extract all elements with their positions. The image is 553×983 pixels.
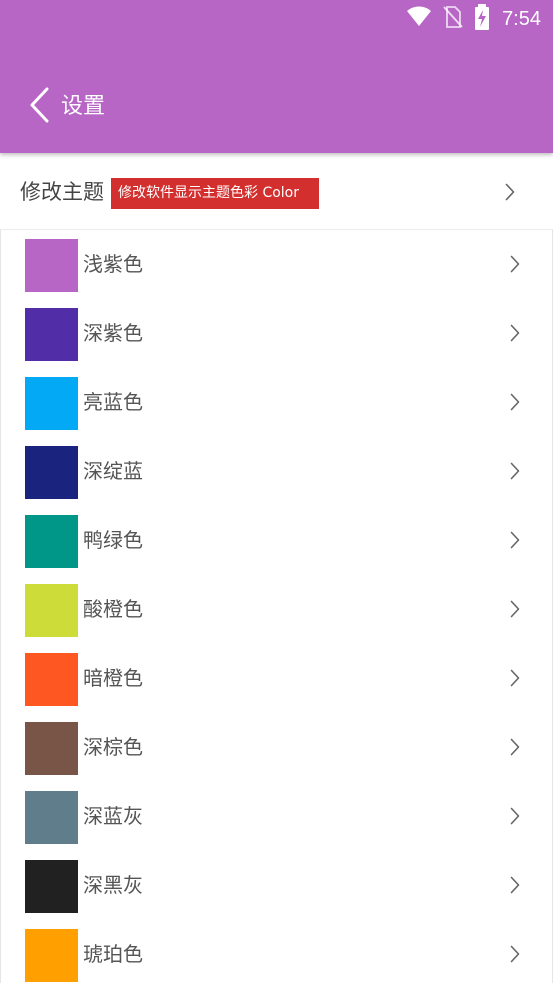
change-theme-row[interactable]: 修改主题 修改软件显示主题色彩 Color <box>0 155 553 229</box>
color-swatch <box>25 584 78 637</box>
chevron-right-icon <box>510 876 520 898</box>
color-name-label: 琥珀色 <box>83 942 143 966</box>
color-option[interactable]: 深紫色 <box>1 299 552 368</box>
chevron-right-icon <box>505 183 515 205</box>
wifi-icon <box>406 6 432 32</box>
color-swatch <box>25 653 78 706</box>
color-option[interactable]: 亮蓝色 <box>1 368 552 437</box>
color-option[interactable]: 浅紫色 <box>1 230 552 299</box>
status-time: 7:54 <box>502 7 541 30</box>
color-name-label: 深黑灰 <box>83 873 143 897</box>
page-title: 设置 <box>61 94 106 119</box>
color-name-label: 深蓝灰 <box>83 804 143 828</box>
chevron-right-icon <box>510 324 520 346</box>
color-swatch <box>25 515 78 568</box>
app-header: 7:54 设置 <box>0 0 553 153</box>
color-swatch <box>25 308 78 361</box>
chevron-right-icon <box>510 807 520 829</box>
color-name-label: 浅紫色 <box>83 252 143 276</box>
color-option[interactable]: 酸橙色 <box>1 575 552 644</box>
color-name-label: 深棕色 <box>83 735 143 759</box>
color-option[interactable]: 琥珀色 <box>1 920 552 983</box>
chevron-right-icon <box>510 738 520 760</box>
color-swatch <box>25 377 78 430</box>
color-name-label: 深绽蓝 <box>83 459 143 483</box>
chevron-right-icon <box>510 945 520 967</box>
theme-description-badge: 修改软件显示主题色彩 Color <box>111 178 319 209</box>
color-option[interactable]: 暗橙色 <box>1 644 552 713</box>
color-name-label: 鸭绿色 <box>83 528 143 552</box>
color-swatch <box>25 791 78 844</box>
chevron-right-icon <box>510 393 520 415</box>
chevron-right-icon <box>510 600 520 622</box>
battery-charging-icon <box>474 4 490 34</box>
color-option[interactable]: 深棕色 <box>1 713 552 782</box>
status-bar: 7:54 <box>0 0 553 38</box>
theme-color-list: 浅紫色 深紫色 亮蓝色 深绽蓝 鸭绿色 酸橙色 暗橙色 深棕色 深蓝灰 深黑灰 … <box>0 229 553 983</box>
chevron-left-icon <box>28 87 50 127</box>
color-option[interactable]: 深绽蓝 <box>1 437 552 506</box>
color-name-label: 亮蓝色 <box>83 390 143 414</box>
color-swatch <box>25 722 78 775</box>
color-option[interactable]: 深黑灰 <box>1 851 552 920</box>
color-name-label: 酸橙色 <box>83 597 143 621</box>
back-button[interactable] <box>22 86 56 128</box>
chevron-right-icon <box>510 255 520 277</box>
color-option[interactable]: 深蓝灰 <box>1 782 552 851</box>
chevron-right-icon <box>510 462 520 484</box>
status-icons: 7:54 <box>406 4 541 34</box>
chevron-right-icon <box>510 531 520 553</box>
color-name-label: 深紫色 <box>83 321 143 345</box>
chevron-right-icon <box>510 669 520 691</box>
color-swatch <box>25 446 78 499</box>
color-swatch <box>25 860 78 913</box>
toolbar: 设置 <box>0 70 553 144</box>
color-option[interactable]: 鸭绿色 <box>1 506 552 575</box>
color-name-label: 暗橙色 <box>83 666 143 690</box>
color-swatch <box>25 239 78 292</box>
settings-screen: 7:54 设置 修改主题 修改软件显示主题色彩 Color 浅紫色 深紫色 亮蓝… <box>0 0 553 983</box>
change-theme-label: 修改主题 <box>20 180 104 204</box>
color-swatch <box>25 929 78 982</box>
no-sim-icon <box>442 5 464 33</box>
